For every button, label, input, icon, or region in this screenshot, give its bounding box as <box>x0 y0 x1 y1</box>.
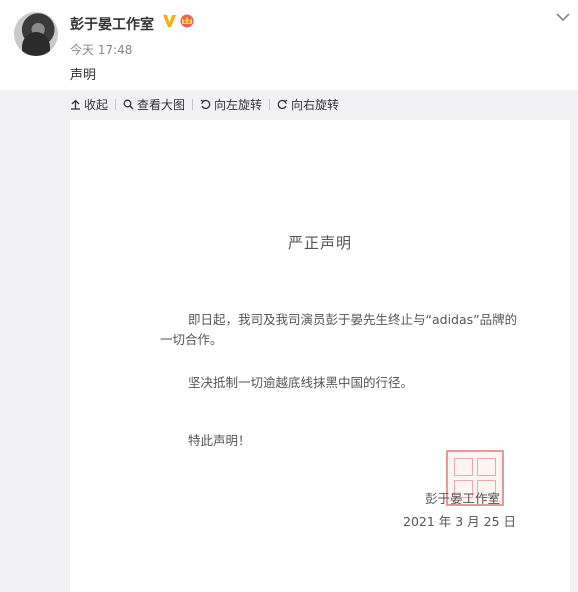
rotate-right-button[interactable]: 向右旋转 <box>277 96 339 113</box>
post-header: 彭于晏工作室 今天 17:48 声明 <box>0 0 578 90</box>
statement-signer: 彭于晏工作室 <box>425 491 501 506</box>
view-large-button[interactable]: 查看大图 <box>123 96 185 113</box>
rotate-left-icon <box>200 99 211 109</box>
toolbar-divider <box>115 98 117 110</box>
seal-glyph <box>477 458 496 476</box>
statement-paragraph: 坚决抵制一切逾越底线抹黑中国的行径。 <box>188 375 414 390</box>
username[interactable]: 彭于晏工作室 <box>70 14 154 34</box>
statement-title: 严正声明 <box>287 234 352 252</box>
vip-crown-icon[interactable] <box>178 13 196 28</box>
seal-glyph <box>454 458 473 476</box>
rotate-left-label: 向左旋转 <box>214 97 263 112</box>
image-toolbar: 收起 查看大图 向左旋转 向右旋转 <box>70 96 339 112</box>
view-large-label: 查看大图 <box>137 97 186 112</box>
statement-closing: 特此声明！ <box>188 433 251 448</box>
rotate-left-button[interactable]: 向左旋转 <box>200 96 262 113</box>
verified-v-icon <box>163 15 176 27</box>
rotate-right-label: 向右旋转 <box>291 97 340 112</box>
arrow-up-icon <box>71 99 80 110</box>
collapse-label: 收起 <box>84 97 109 112</box>
post-timestamp[interactable]: 今天 17:48 <box>70 41 132 58</box>
post-text: 声明 <box>70 68 97 83</box>
rotate-right-icon <box>277 99 288 109</box>
search-icon <box>123 99 134 109</box>
toolbar-divider <box>269 98 271 110</box>
statement-paragraph: 即日起，我司及我司演员彭于晏先生终止与“adidas”品牌的一切合作。 <box>160 312 518 347</box>
collapse-button[interactable]: 收起 <box>70 96 108 113</box>
statement-date: 2021 年 3 月 25 日 <box>403 514 517 529</box>
toolbar-divider <box>192 98 194 110</box>
avatar[interactable] <box>14 12 58 56</box>
chevron-down-icon[interactable] <box>556 12 570 22</box>
statement-image[interactable]: 严正声明 即日起，我司及我司演员彭于晏先生终止与“adidas”品牌的一切合作。… <box>70 120 570 592</box>
